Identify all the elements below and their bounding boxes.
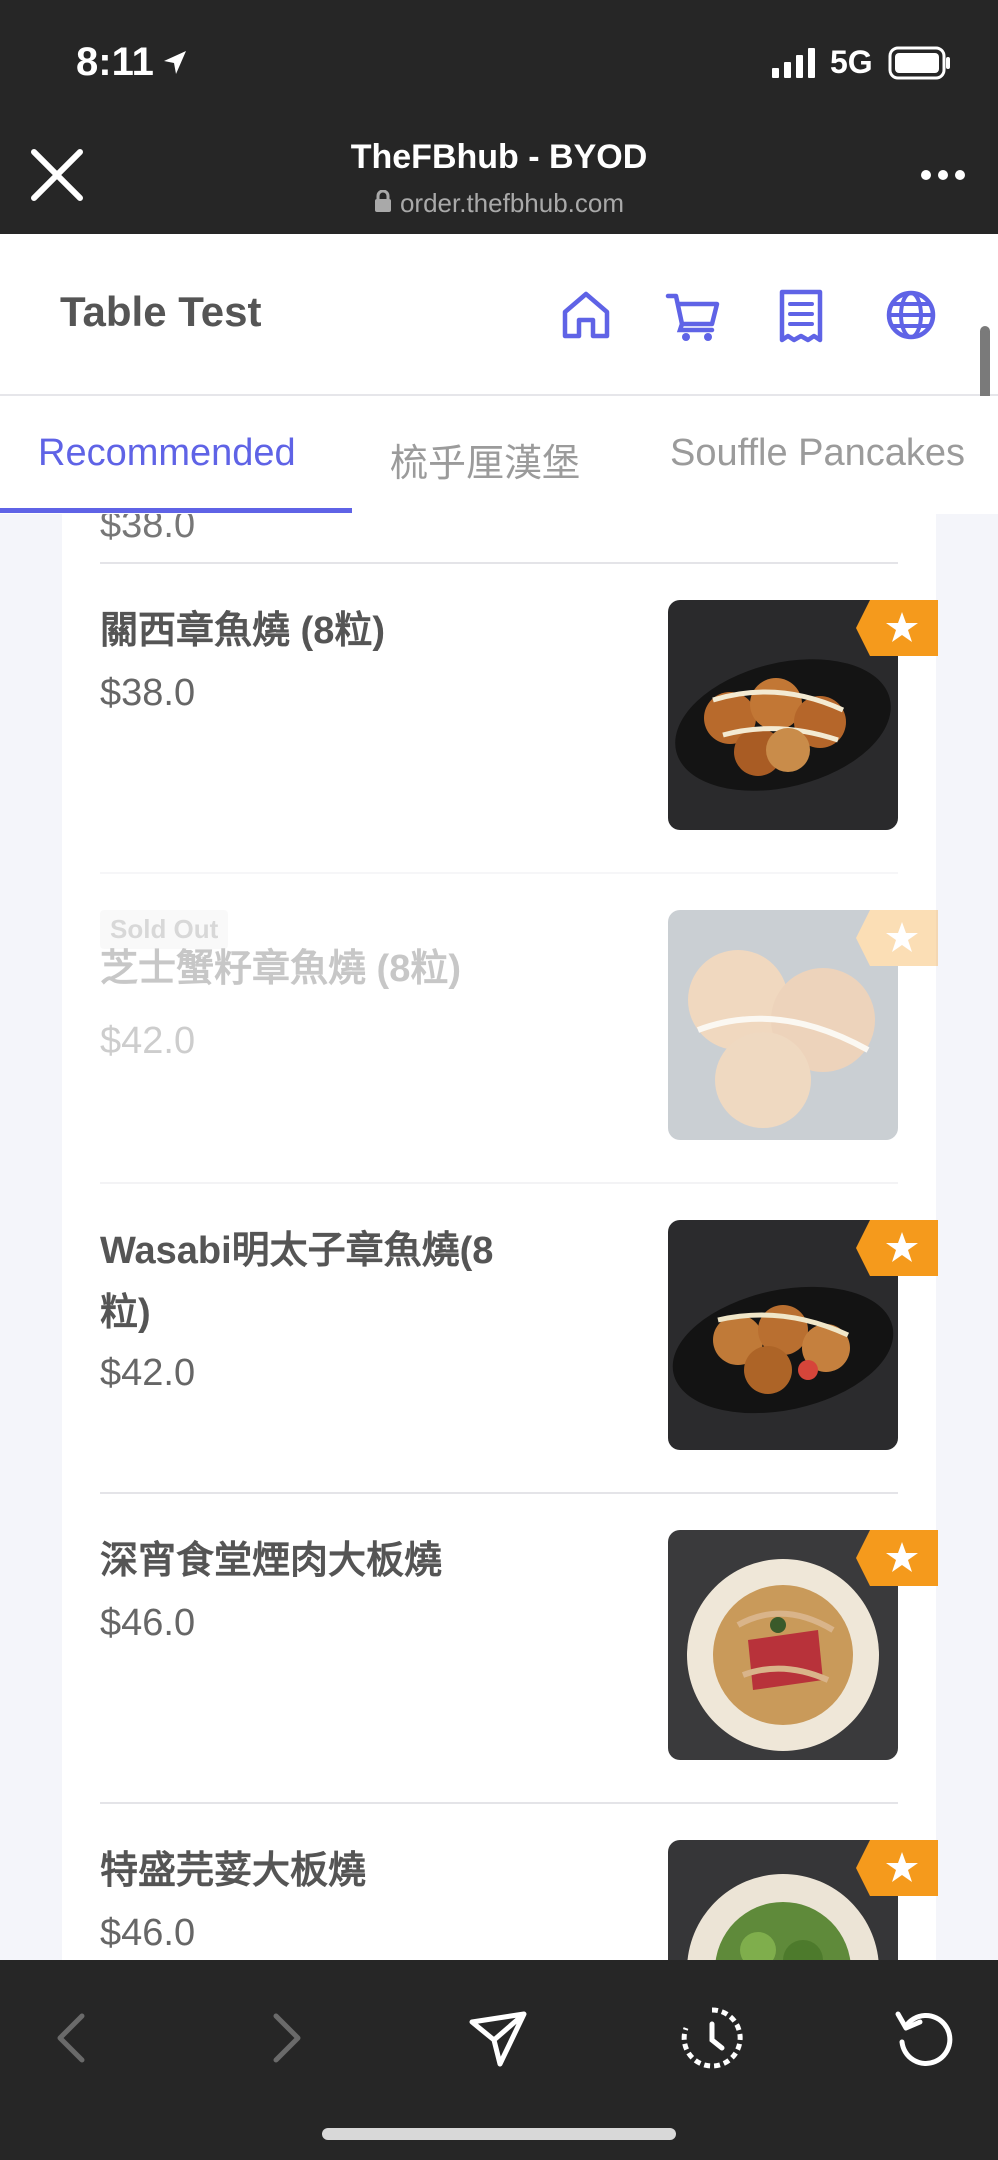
- divider: [100, 1182, 898, 1184]
- active-tab-indicator: [0, 508, 352, 513]
- item-name: 特盛芫荽大板燒: [100, 1850, 367, 1892]
- menu-item[interactable]: 特盛芫荽大板燒 $46.0: [62, 1802, 938, 1960]
- tab-souffle-pancakes[interactable]: Souffle Pancakes: [670, 432, 965, 475]
- divider: [100, 562, 898, 564]
- status-time: 8:11: [76, 40, 154, 84]
- home-indicator: [322, 2128, 676, 2140]
- item-name: 芝士蟹籽章魚燒 (8粒): [100, 948, 462, 990]
- cart-icon[interactable]: [662, 284, 724, 346]
- divider: [100, 1492, 898, 1494]
- back-icon[interactable]: [36, 2002, 108, 2074]
- browser-url: order.thefbhub.com: [200, 188, 798, 219]
- divider: [100, 872, 898, 874]
- category-tabs: Recommended 梳乎厘漢堡 Souffle Pancakes: [0, 396, 998, 514]
- divider: [100, 1802, 898, 1804]
- menu-item[interactable]: 深宵食堂煙肉大板燒 $46.0: [62, 1492, 938, 1802]
- lock-icon: [374, 190, 391, 212]
- star-icon: [856, 600, 938, 656]
- tab-recommended[interactable]: Recommended: [38, 432, 296, 475]
- menu-item[interactable]: Wasabi明太子章魚燒(8粒) $42.0: [62, 1182, 938, 1492]
- item-price: $42.0: [100, 1352, 196, 1394]
- browser-title: TheFBhub - BYOD: [350, 138, 648, 176]
- share-send-icon[interactable]: [462, 2002, 534, 2074]
- item-price: $38.0: [100, 672, 196, 714]
- item-price: $46.0: [100, 1912, 196, 1954]
- star-icon: [856, 910, 938, 966]
- close-icon[interactable]: [26, 144, 88, 206]
- item-name: 深宵食堂煙肉大板燒: [100, 1540, 443, 1582]
- menu-item[interactable]: 關西章魚燒 (8粒) $38.0: [62, 562, 938, 872]
- menu-list: $38.0 關西章魚燒 (8粒) $38.0 Sold Out 芝士蟹籽章魚燒 …: [0, 514, 998, 1960]
- menu-card: $38.0 關西章魚燒 (8粒) $38.0 Sold Out 芝士蟹籽章魚燒 …: [62, 514, 938, 1960]
- app-header: Table Test: [0, 234, 998, 396]
- star-icon: [856, 1840, 938, 1896]
- history-icon[interactable]: [676, 2002, 748, 2074]
- star-icon: [856, 1530, 938, 1586]
- location-arrow-icon: [164, 51, 186, 74]
- more-icon[interactable]: [918, 160, 968, 190]
- network-label: 5G: [830, 44, 873, 80]
- tab-souffle-burger[interactable]: 梳乎厘漢堡: [390, 432, 580, 487]
- receipt-icon[interactable]: [770, 284, 832, 346]
- home-icon[interactable]: [555, 284, 617, 346]
- menu-item-sold-out[interactable]: Sold Out 芝士蟹籽章魚燒 (8粒) $42.0: [62, 872, 938, 1182]
- status-bar: 8:11 5G: [0, 0, 998, 126]
- item-price: $42.0: [100, 1020, 196, 1062]
- table-name: Table Test: [60, 288, 262, 335]
- browser-toolbar: TheFBhub - BYOD order.thefbhub.com: [0, 126, 998, 234]
- globe-icon[interactable]: [880, 284, 942, 346]
- item-name: 關西章魚燒 (8粒): [100, 610, 386, 652]
- reload-icon[interactable]: [888, 2002, 960, 2074]
- url-text: order.thefbhub.com: [399, 188, 625, 218]
- star-icon: [856, 1220, 938, 1276]
- battery-icon: [888, 46, 950, 80]
- item-price: $46.0: [100, 1602, 196, 1644]
- signal-icon: [772, 48, 815, 78]
- forward-icon[interactable]: [250, 2002, 322, 2074]
- item-name: Wasabi明太子章魚燒(8粒): [100, 1230, 494, 1334]
- item-price: $38.0: [100, 514, 196, 546]
